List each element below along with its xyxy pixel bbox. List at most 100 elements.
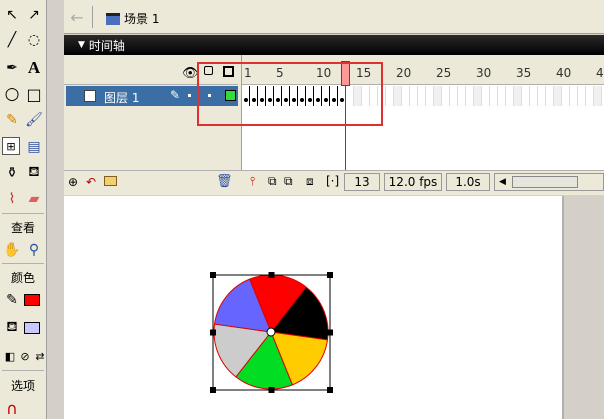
onion-markers-icon[interactable]: [·] xyxy=(326,174,339,188)
back-arrow-icon[interactable]: ← xyxy=(66,6,88,28)
visibility-dot[interactable] xyxy=(188,94,191,97)
frame-cell[interactable] xyxy=(594,86,602,106)
scroll-thumb[interactable] xyxy=(511,176,578,188)
frame-cell[interactable] xyxy=(538,86,546,106)
view-section-label: 查看 xyxy=(10,221,35,235)
fill-color-swatch[interactable] xyxy=(24,294,40,306)
frame-cell[interactable] xyxy=(586,86,594,106)
divider xyxy=(2,213,44,214)
pie-graphic[interactable] xyxy=(213,274,329,390)
frame-cell[interactable] xyxy=(394,86,402,106)
frame-cell[interactable] xyxy=(386,86,394,106)
elapsed-time: 1.0s xyxy=(446,173,490,191)
ink-bottle-tool-icon[interactable]: ⚱ xyxy=(2,163,22,183)
onion-skin-icon[interactable]: ⧉ xyxy=(268,174,277,189)
transform-handle[interactable] xyxy=(210,272,216,278)
frame-cell[interactable] xyxy=(418,86,426,106)
color-section-label: 颜色 xyxy=(10,271,35,285)
pen-tool-icon[interactable]: ✒ xyxy=(2,58,22,78)
frame-cell[interactable] xyxy=(554,86,562,106)
timeline-title: 时间轴 xyxy=(88,38,125,53)
frame-cell[interactable] xyxy=(402,86,410,106)
pencil-icon: ✎ xyxy=(170,88,181,102)
edit-bar: ← 场景 1 xyxy=(64,0,604,34)
frame-cell[interactable] xyxy=(530,86,538,106)
add-layer-icon[interactable]: ⊕ xyxy=(68,175,78,189)
lasso-tool-icon[interactable]: ◌ xyxy=(24,30,44,50)
arrow-tool-icon[interactable]: ↖ xyxy=(2,5,22,25)
eraser-tool-icon[interactable]: ▰ xyxy=(24,189,44,209)
frame-cell[interactable] xyxy=(570,86,578,106)
secondary-color-swatch[interactable] xyxy=(24,322,40,334)
frame-cell[interactable] xyxy=(466,86,474,106)
frame-cell[interactable] xyxy=(442,86,450,106)
hand-tool-icon[interactable]: ✋ xyxy=(2,240,22,260)
annotation-highlight xyxy=(197,62,383,126)
add-folder-icon[interactable] xyxy=(104,176,117,186)
timeline-footer: ⊕ ↶ 🗑 ⫯ ⧉ ⧉ ⧈ [·] 13 12.0 fps 1.0s ◀ xyxy=(64,170,604,192)
transform-handle[interactable] xyxy=(268,272,275,278)
transform-handle[interactable] xyxy=(327,387,333,393)
transform-handle[interactable] xyxy=(210,387,216,393)
zoom-tool-icon[interactable]: ⚲ xyxy=(24,240,44,260)
add-guide-layer-icon[interactable]: ↶ xyxy=(86,175,96,189)
fill-bucket-icon: ⛾ xyxy=(6,319,18,335)
swap-colors-icon[interactable]: ⇄ xyxy=(30,346,50,366)
stroke-color-icon: ✎ xyxy=(6,292,18,308)
layer-page-icon xyxy=(84,90,96,102)
onion-outline-icon[interactable]: ⧉ xyxy=(284,174,293,189)
scene-breadcrumb[interactable]: 场景 1 xyxy=(106,10,159,27)
horizontal-scrollbar[interactable]: ◀ xyxy=(494,173,604,191)
transform-handle[interactable] xyxy=(268,387,275,393)
divider xyxy=(92,6,93,28)
transform-handle[interactable] xyxy=(327,272,333,278)
ruler-number: 30 xyxy=(476,66,492,80)
ruler-number: 45 xyxy=(596,66,604,80)
transform-center-point[interactable] xyxy=(266,327,276,337)
frame-cell[interactable] xyxy=(450,86,458,106)
frame-rate[interactable]: 12.0 fps xyxy=(384,173,442,191)
frame-cell[interactable] xyxy=(474,86,482,106)
tools-panel: ↖ ↗ ╱ ◌ ✒ A ○ □ ✎ 🖌 ⊞ ▤ ⚱ ⛾ ⌇ ▰ 查看 ✋ ⚲ 颜… xyxy=(0,0,47,419)
brush-tool-icon[interactable]: 🖌 xyxy=(24,110,44,130)
collapse-triangle-icon[interactable]: ▼ xyxy=(78,40,85,50)
frame-cell[interactable] xyxy=(482,86,490,106)
frame-cell[interactable] xyxy=(522,86,530,106)
subselect-tool-icon[interactable]: ↗ xyxy=(24,5,44,25)
ruler-number: 25 xyxy=(436,66,452,80)
trash-icon[interactable]: 🗑 xyxy=(216,174,233,189)
frame-cell[interactable] xyxy=(546,86,554,106)
frame-cell[interactable] xyxy=(562,86,570,106)
frame-cell[interactable] xyxy=(490,86,498,106)
options-section-label: 选项 xyxy=(10,379,35,393)
frame-cell[interactable] xyxy=(506,86,514,106)
center-frame-icon[interactable]: ⫯ xyxy=(250,174,255,189)
frame-cell[interactable] xyxy=(434,86,442,106)
frame-cell[interactable] xyxy=(578,86,586,106)
line-tool-icon[interactable]: ╱ xyxy=(2,30,22,50)
frame-cell[interactable] xyxy=(514,86,522,106)
text-tool-icon[interactable]: A xyxy=(24,58,44,78)
paint-bucket-tool-icon[interactable]: ⛾ xyxy=(24,163,44,183)
stage-canvas xyxy=(210,272,333,393)
fill-transform-tool-icon[interactable]: ▤ xyxy=(24,137,44,157)
frame-cell[interactable] xyxy=(410,86,418,106)
edit-multiple-icon[interactable]: ⧈ xyxy=(306,174,314,189)
divider xyxy=(2,263,44,264)
panel-gutter xyxy=(48,0,64,419)
scroll-left-icon[interactable]: ◀ xyxy=(499,177,506,187)
pencil-tool-icon[interactable]: ✎ xyxy=(2,110,22,130)
frame-cell[interactable] xyxy=(458,86,466,106)
magnet-icon[interactable]: ∩ xyxy=(2,398,22,418)
timeline-header[interactable]: ▼ 时间轴 xyxy=(64,35,604,55)
transform-handle[interactable] xyxy=(327,329,333,336)
eyedropper-tool-icon[interactable]: ⌇ xyxy=(2,189,22,209)
frame-cell[interactable] xyxy=(426,86,434,106)
oval-tool-icon[interactable]: ○ xyxy=(2,84,22,104)
stage[interactable] xyxy=(64,196,604,419)
free-transform-tool-icon[interactable]: ⊞ xyxy=(2,137,20,155)
frame-cell[interactable] xyxy=(498,86,506,106)
transform-handle[interactable] xyxy=(210,329,216,336)
rectangle-tool-icon[interactable]: □ xyxy=(24,84,44,104)
divider xyxy=(2,370,44,371)
